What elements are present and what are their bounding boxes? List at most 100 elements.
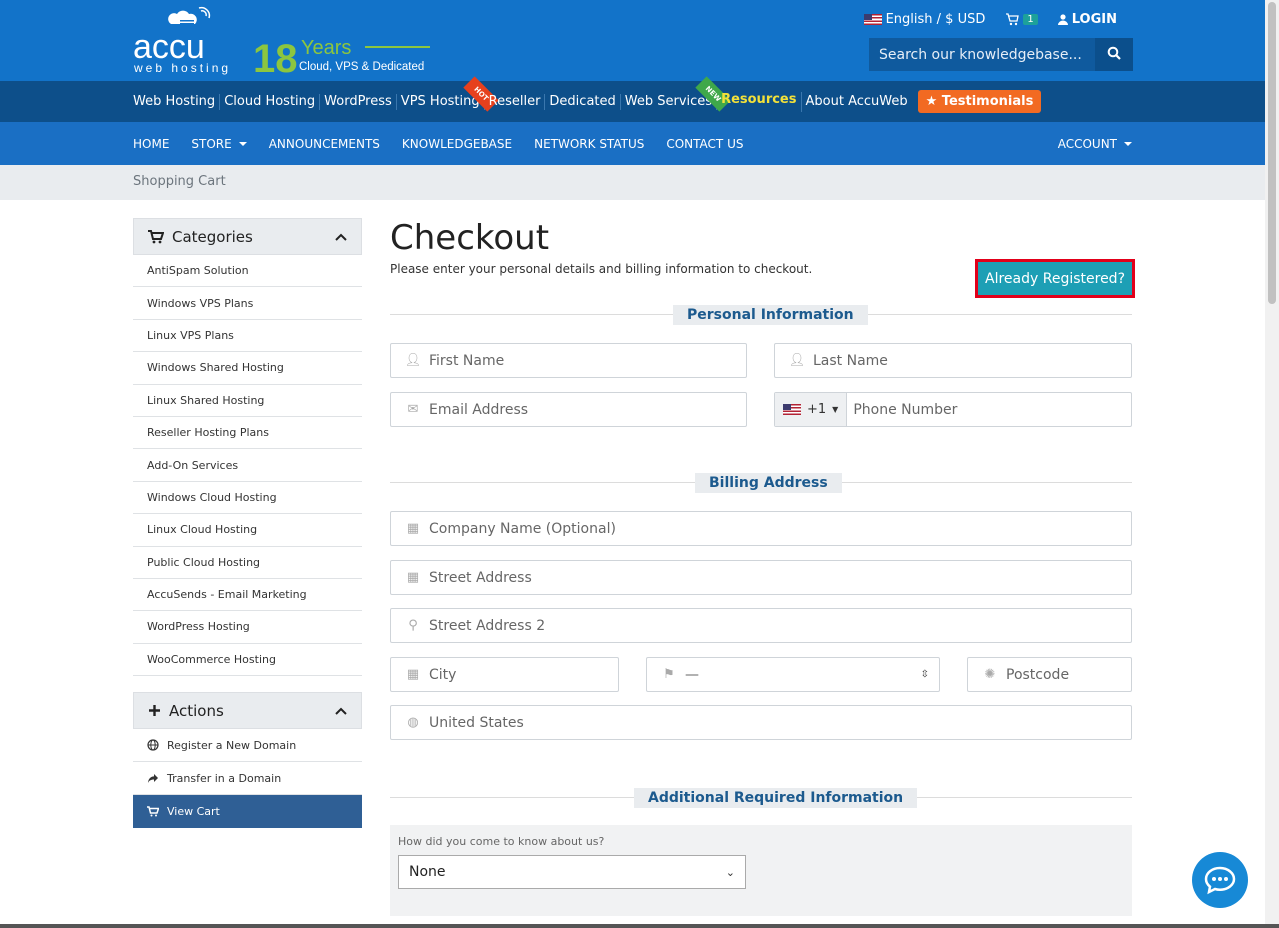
chevron-up-icon[interactable] [335, 707, 347, 715]
how-did-you-hear-select[interactable]: None ⌄ [398, 855, 746, 889]
nav-announcements[interactable]: ANNOUNCEMENTS [269, 137, 380, 151]
nav-store-label: STORE [191, 136, 232, 151]
caret-down-icon: ▼ [832, 405, 839, 414]
cart-link[interactable]: 1 [1005, 13, 1038, 26]
categories-panel-header[interactable]: Categories [133, 218, 362, 255]
globe-icon [147, 739, 159, 751]
cart-icon [148, 229, 164, 243]
last-name-field[interactable]: 👤︎ Last Name [774, 343, 1132, 378]
nav-vps-hosting[interactable]: VPS Hosting HOT [397, 75, 499, 112]
logo-years-number: 18 [253, 37, 298, 76]
cart-icon [147, 806, 159, 817]
nav-home[interactable]: HOME [133, 137, 169, 151]
categories-list: AntiSpam Solution Windows VPS Plans Linu… [133, 255, 362, 677]
city-placeholder: City [429, 666, 457, 683]
testimonials-label: Testimonials [941, 94, 1034, 109]
category-item[interactable]: AntiSpam Solution [133, 255, 362, 288]
chevron-down-icon: ⌄ [725, 865, 735, 879]
category-item[interactable]: Windows VPS Plans [133, 287, 362, 320]
categories-title: Categories [172, 227, 253, 246]
category-item[interactable]: Linux Cloud Hosting [133, 514, 362, 547]
breadcrumb: Shopping Cart [0, 165, 1265, 200]
category-item[interactable]: AccuSends - Email Marketing [133, 579, 362, 612]
company-name-field[interactable]: ▦ Company Name (Optional) [390, 511, 1132, 546]
first-name-field[interactable]: 👤︎ First Name [390, 343, 747, 378]
page-scrollbar[interactable] [1265, 0, 1279, 928]
nav-dedicated[interactable]: Dedicated [545, 93, 621, 110]
state-select[interactable]: ⚑ — ⇳ [646, 657, 940, 692]
envelope-icon: ✉ [407, 402, 419, 417]
nav-web-hosting[interactable]: Web Hosting [133, 93, 221, 110]
nav-web-services-label: Web Services [624, 93, 713, 109]
category-item[interactable]: Linux VPS Plans [133, 320, 362, 353]
building-icon: ▦ [406, 667, 420, 682]
nav-network-status[interactable]: NETWORK STATUS [534, 137, 644, 151]
nav-wordpress[interactable]: WordPress [320, 93, 397, 110]
postcode-field[interactable]: ✺ Postcode [967, 657, 1132, 692]
how-did-you-hear-label: How did you come to know about us? [398, 835, 605, 848]
category-item[interactable]: Reseller Hosting Plans [133, 417, 362, 450]
already-registered-button[interactable]: Already Registered? [975, 259, 1135, 298]
logo-years-word: Years [301, 37, 351, 59]
language-label: English / $ USD [885, 12, 986, 27]
action-register-domain[interactable]: Register a New Domain [133, 729, 362, 763]
street-address-field[interactable]: ▦ Street Address [390, 560, 1132, 595]
nav-account[interactable]: ACCOUNT [1058, 137, 1132, 151]
email-field[interactable]: ✉ Email Address [390, 392, 747, 427]
certificate-icon: ✺ [984, 667, 996, 682]
search-button[interactable] [1095, 38, 1133, 71]
search-input[interactable] [869, 38, 1095, 71]
share-arrow-icon [148, 773, 158, 783]
action-view-cart[interactable]: View Cart [133, 795, 362, 829]
category-item[interactable]: WooCommerce Hosting [133, 644, 362, 677]
nav-store[interactable]: STORE [191, 137, 246, 151]
live-chat-button[interactable] [1192, 852, 1248, 908]
nav-cloud-hosting[interactable]: Cloud Hosting [220, 93, 321, 110]
select-arrows-icon: ⇳ [920, 669, 929, 680]
country-select[interactable]: ◍ United States [390, 705, 1132, 740]
page-title: Checkout [390, 218, 550, 258]
last-name-placeholder: Last Name [813, 352, 888, 369]
search-icon [1107, 46, 1121, 60]
country-code-value: +1 [807, 402, 827, 417]
user-icon [1057, 14, 1068, 25]
bottom-edge [0, 924, 1279, 928]
category-item[interactable]: Windows Cloud Hosting [133, 482, 362, 515]
nav-web-services[interactable]: Web Services NEW [621, 75, 731, 112]
nav-knowledgebase[interactable]: KNOWLEDGEBASE [402, 137, 512, 151]
how-did-you-hear-value: None [409, 864, 446, 880]
nav-contact-us[interactable]: CONTACT US [666, 137, 743, 151]
phone-field[interactable]: +1 ▼ Phone Number [774, 392, 1132, 427]
scrollbar-thumb[interactable] [1268, 2, 1276, 304]
chat-bubble-icon [1204, 866, 1236, 895]
chevron-up-icon[interactable] [335, 233, 347, 241]
login-label: LOGIN [1071, 12, 1117, 27]
nav-about[interactable]: About AccuWeb [802, 94, 912, 110]
actions-panel-header[interactable]: Actions [133, 692, 362, 730]
us-flag-icon [863, 14, 882, 25]
billing-address-heading: Billing Address [695, 473, 842, 493]
nav-reseller[interactable]: Reseller [485, 93, 546, 110]
category-item[interactable]: WordPress Hosting [133, 611, 362, 644]
nav-resources[interactable]: Resources [717, 91, 802, 112]
country-value: United States [429, 714, 524, 731]
category-item[interactable]: Add-On Services [133, 449, 362, 482]
testimonials-button[interactable]: ★ Testimonials [917, 90, 1042, 113]
country-code-dropdown[interactable]: +1 ▼ [775, 393, 848, 426]
action-transfer-domain[interactable]: Transfer in a Domain [133, 762, 362, 796]
category-item[interactable]: Windows Shared Hosting [133, 352, 362, 385]
knowledgebase-search [869, 38, 1133, 71]
login-link[interactable]: LOGIN [1057, 12, 1117, 27]
category-item[interactable]: Public Cloud Hosting [133, 547, 362, 579]
state-value: — [685, 666, 699, 683]
postcode-placeholder: Postcode [1006, 666, 1070, 683]
category-item[interactable]: Linux Shared Hosting [133, 385, 362, 417]
accuweb-logo[interactable]: accu web hosting 18 Years Cloud, VPS & D… [133, 6, 433, 76]
language-selector[interactable]: English / $ USD [863, 12, 986, 27]
company-placeholder: Company Name (Optional) [429, 520, 616, 537]
street-address-2-field[interactable]: ⚲ Street Address 2 [390, 608, 1132, 643]
additional-info-heading: Additional Required Information [634, 788, 918, 808]
city-field[interactable]: ▦ City [390, 657, 619, 692]
building-icon: ▦ [406, 570, 420, 585]
map-marker-icon: ⚲ [408, 618, 418, 633]
